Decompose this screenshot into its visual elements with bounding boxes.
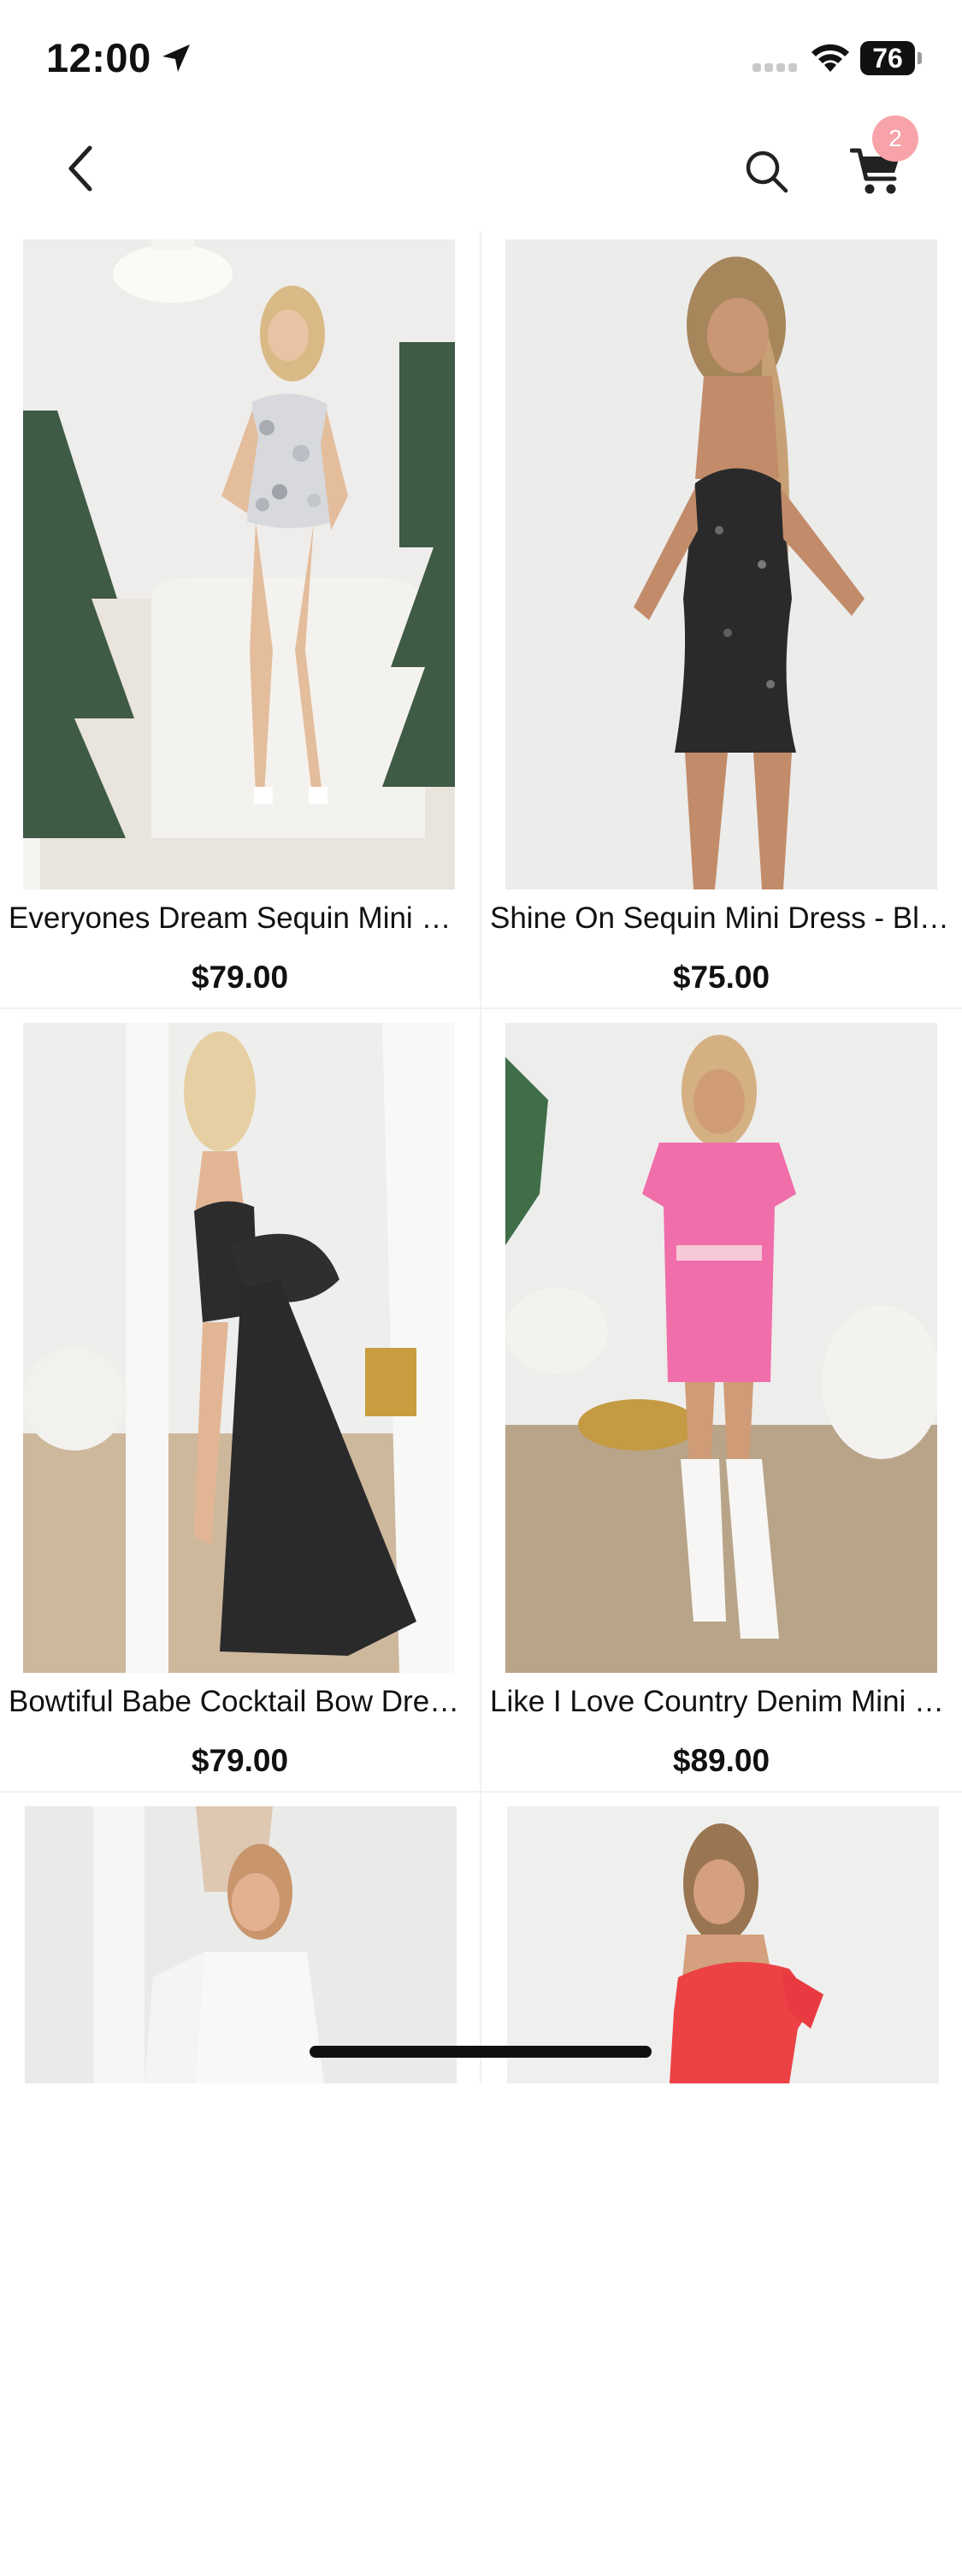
nav-bar	[0, 111, 962, 231]
battery-level: 76	[860, 41, 915, 75]
battery-indicator: 76	[860, 41, 922, 75]
product-title[interactable]: Bowtiful Babe Cocktail Bow Dress - Black	[9, 1685, 470, 1719]
product-card[interactable]: Bowtiful Babe Cocktail Bow Dress - Black…	[0, 1014, 480, 1793]
product-title[interactable]: Like I Love Country Denim Mini Dress - P…	[490, 1685, 952, 1719]
product-image[interactable]	[505, 1023, 937, 1673]
product-card[interactable]: Like I Love Country Denim Mini Dress - P…	[481, 1014, 961, 1793]
product-image[interactable]	[25, 1806, 457, 2083]
product-title[interactable]: Shine On Sequin Mini Dress - Black	[490, 901, 952, 936]
product-image[interactable]	[23, 1023, 455, 1673]
product-price: $89.00	[672, 1743, 770, 1778]
cellular-signal-icon	[752, 63, 797, 72]
product-card[interactable]: Everyones Dream Sequin Mini Dress - Silv…	[0, 231, 480, 1009]
search-button[interactable]	[737, 142, 797, 202]
product-image[interactable]	[507, 1806, 939, 2083]
product-price: $79.00	[191, 960, 289, 995]
product-price: $79.00	[191, 1743, 289, 1778]
product-image[interactable]	[505, 239, 937, 889]
status-time: 12:00	[46, 35, 151, 80]
product-card[interactable]	[0, 1798, 480, 2576]
wifi-icon	[812, 44, 849, 72]
chevron-left-icon	[68, 145, 92, 192]
search-icon	[746, 151, 788, 193]
product-image[interactable]	[23, 239, 455, 889]
home-indicator[interactable]	[310, 2046, 652, 2058]
location-arrow-icon	[162, 44, 190, 72]
product-card[interactable]: Shine On Sequin Mini Dress - Black $75.0…	[481, 231, 961, 1009]
battery-cap	[918, 52, 922, 64]
product-price: $75.00	[672, 960, 770, 995]
status-bar: 12:00 76	[0, 0, 962, 111]
product-card[interactable]	[481, 1798, 961, 2576]
back-button[interactable]	[51, 139, 111, 198]
product-title[interactable]: Everyones Dream Sequin Mini Dress - Silv…	[9, 901, 470, 936]
cart-count-badge: 2	[872, 115, 918, 162]
